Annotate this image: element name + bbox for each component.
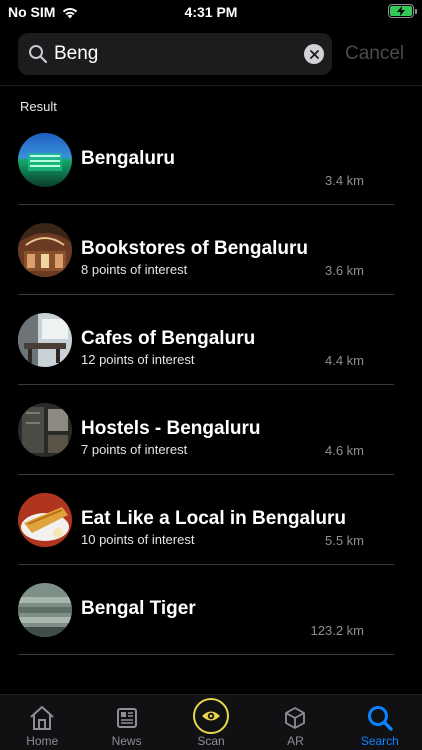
result-thumbnail [18, 493, 72, 547]
tab-label: Scan [197, 734, 225, 748]
row-divider [18, 384, 394, 385]
result-title: Bengal Tiger [81, 598, 196, 619]
search-input[interactable] [54, 33, 294, 75]
list-item[interactable]: Bengal Tiger 123.2 km [0, 578, 422, 668]
result-thumbnail [18, 583, 72, 637]
row-divider [18, 294, 394, 295]
list-item[interactable]: Hostels - Bengaluru 7 points of interest… [0, 398, 422, 488]
tab-label: AR [287, 734, 304, 748]
result-thumbnail [18, 223, 72, 277]
result-title: Bookstores of Bengaluru [81, 238, 308, 259]
result-distance: 4.6 km [324, 443, 364, 458]
results-list: Bengaluru 3.4 km Bookstores of Bengaluru… [0, 128, 422, 668]
tab-scan[interactable]: Scan [169, 695, 253, 750]
status-bar: No SIM 4:31 PM [0, 0, 422, 26]
result-thumbnail [18, 313, 72, 367]
tab-news[interactable]: News [84, 695, 168, 750]
result-title: Eat Like a Local in Bengaluru [81, 508, 347, 529]
cancel-button[interactable]: Cancel [345, 33, 404, 75]
result-distance: 4.4 km [324, 353, 364, 368]
row-divider [18, 654, 394, 655]
scan-button-ring [193, 698, 230, 734]
search-bar: Cancel [18, 33, 414, 75]
list-item[interactable]: Bengaluru 3.4 km [0, 128, 422, 218]
tab-search[interactable]: Search [338, 695, 422, 750]
result-title: Bengaluru [81, 148, 175, 169]
tab-label: Home [26, 734, 59, 748]
result-distance: 5.5 km [324, 533, 364, 548]
result-thumbnail [18, 403, 72, 457]
result-title: Cafes of Bengaluru [81, 328, 256, 349]
result-distance: 123.2 km [310, 623, 364, 638]
result-subtitle: 10 points of interest [81, 532, 195, 547]
status-time: 4:31 PM [184, 4, 238, 20]
app-screen: No SIM 4:31 PM Beng Cancel Result Bengal… [0, 0, 422, 750]
row-divider [18, 204, 394, 205]
cube-icon [285, 707, 306, 729]
header-divider [0, 85, 422, 86]
tab-label: News [111, 734, 142, 748]
search-field-container[interactable] [18, 33, 332, 75]
result-distance: 3.6 km [324, 263, 364, 278]
result-subtitle: 7 points of interest [81, 442, 188, 457]
list-item[interactable]: Eat Like a Local in Bengaluru 10 points … [0, 488, 422, 578]
close-icon [309, 49, 319, 59]
list-item[interactable]: Bookstores of Bengaluru 8 points of inte… [0, 218, 422, 308]
search-icon [367, 706, 393, 731]
tab-home[interactable]: Home [0, 695, 84, 750]
tab-ar[interactable]: AR [253, 695, 337, 750]
search-icon [29, 45, 48, 64]
home-icon [30, 706, 54, 730]
result-subtitle: 8 points of interest [81, 262, 188, 277]
tab-bar: Home News Scan AR Search [0, 694, 422, 750]
result-thumbnail [18, 133, 72, 187]
charging-bolt-icon [397, 6, 405, 16]
eye-icon [202, 711, 221, 721]
battery-icon [388, 4, 417, 18]
clear-search-button[interactable] [304, 44, 324, 64]
result-subtitle: 12 points of interest [81, 352, 195, 367]
section-label-result: Result [20, 99, 57, 114]
result-title: Hostels - Bengaluru [81, 418, 261, 439]
news-icon [116, 708, 137, 728]
tab-label: Search [360, 734, 399, 748]
row-divider [18, 474, 394, 475]
list-item[interactable]: Cafes of Bengaluru 12 points of interest… [0, 308, 422, 398]
result-distance: 3.4 km [324, 173, 364, 188]
row-divider [18, 564, 394, 565]
